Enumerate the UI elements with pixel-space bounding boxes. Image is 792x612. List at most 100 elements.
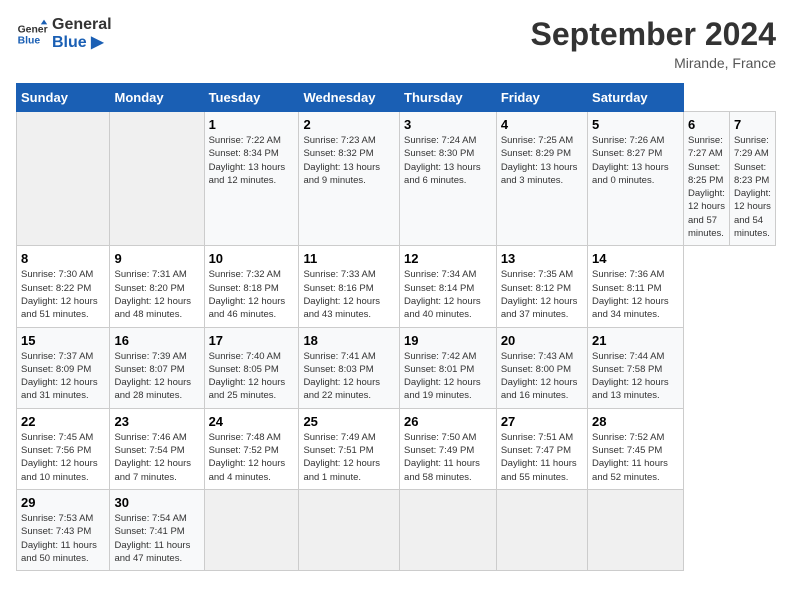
day-info: Sunrise: 7:48 AMSunset: 7:52 PMDaylight:…: [209, 431, 295, 484]
calendar-cell: 13Sunrise: 7:35 AMSunset: 8:12 PMDayligh…: [496, 246, 587, 327]
calendar-cell: 14Sunrise: 7:36 AMSunset: 8:11 PMDayligh…: [588, 246, 684, 327]
calendar-cell: 20Sunrise: 7:43 AMSunset: 8:00 PMDayligh…: [496, 327, 587, 408]
calendar-cell: [204, 489, 299, 570]
calendar-cell: [299, 489, 400, 570]
calendar-cell: 29Sunrise: 7:53 AMSunset: 7:43 PMDayligh…: [17, 489, 110, 570]
day-info: Sunrise: 7:46 AMSunset: 7:54 PMDaylight:…: [114, 431, 199, 484]
calendar-cell: 12 Sunrise: 7:34 AMSunset: 8:14 PMDayligh…: [400, 246, 497, 327]
svg-text:Blue: Blue: [18, 35, 41, 46]
column-header-wednesday: Wednesday: [299, 84, 400, 112]
calendar-week-4: 22Sunrise: 7:45 AMSunset: 7:56 PMDayligh…: [17, 408, 776, 489]
day-info: Sunrise: 7:45 AMSunset: 7:56 PMDaylight:…: [21, 431, 105, 484]
column-header-friday: Friday: [496, 84, 587, 112]
calendar-week-3: 15 Sunrise: 7:37 AMSunset: 8:09 PMDayligh…: [17, 327, 776, 408]
day-info: Sunrise: 7:22 AMSunset: 8:34 PMDaylight:…: [209, 134, 295, 187]
day-number: 12: [404, 251, 492, 266]
location: Mirande, France: [531, 55, 776, 71]
calendar-cell: [588, 489, 684, 570]
day-number: 24: [209, 414, 295, 429]
calendar-cell: 27Sunrise: 7:51 AMSunset: 7:47 PMDayligh…: [496, 408, 587, 489]
day-info: Sunrise: 7:37 AMSunset: 8:09 PMDaylight:…: [21, 350, 105, 403]
day-info: Sunrise: 7:24 AMSunset: 8:30 PMDaylight:…: [404, 134, 492, 187]
day-info: Sunrise: 7:30 AMSunset: 8:22 PMDaylight:…: [21, 268, 105, 321]
calendar-cell: 11 Sunrise: 7:33 AMSunset: 8:16 PMDayligh…: [299, 246, 400, 327]
day-info: Sunrise: 7:23 AMSunset: 8:32 PMDaylight:…: [303, 134, 395, 187]
day-info: Sunrise: 7:49 AMSunset: 7:51 PMDaylight:…: [303, 431, 395, 484]
logo: General Blue General Blue ▶: [16, 16, 112, 51]
calendar-cell: 19 Sunrise: 7:42 AMSunset: 8:01 PMDayligh…: [400, 327, 497, 408]
calendar-cell: 3 Sunrise: 7:24 AMSunset: 8:30 PMDaylight…: [400, 112, 497, 246]
day-info: Sunrise: 7:51 AMSunset: 7:47 PMDaylight:…: [501, 431, 583, 484]
calendar-cell: [400, 489, 497, 570]
day-info: Sunrise: 7:54 AMSunset: 7:41 PMDaylight:…: [114, 512, 199, 565]
column-header-monday: Monday: [110, 84, 204, 112]
day-number: 1: [209, 117, 295, 132]
day-number: 10: [209, 251, 295, 266]
column-header-saturday: Saturday: [588, 84, 684, 112]
calendar-cell: 21Sunrise: 7:44 AMSunset: 7:58 PMDayligh…: [588, 327, 684, 408]
day-info: Sunrise: 7:34 AMSunset: 8:14 PMDaylight:…: [404, 268, 492, 321]
calendar-cell: 28 Sunrise: 7:52 AMSunset: 7:45 PMDayligh…: [588, 408, 684, 489]
calendar-week-5: 29Sunrise: 7:53 AMSunset: 7:43 PMDayligh…: [17, 489, 776, 570]
day-number: 3: [404, 117, 492, 132]
calendar-cell: 6 Sunrise: 7:27 AMSunset: 8:25 PMDaylight…: [683, 112, 729, 246]
calendar-cell: 18Sunrise: 7:41 AMSunset: 8:03 PMDayligh…: [299, 327, 400, 408]
day-number: 21: [592, 333, 679, 348]
day-number: 30: [114, 495, 199, 510]
day-number: 18: [303, 333, 395, 348]
day-info: Sunrise: 7:52 AMSunset: 7:45 PMDaylight:…: [592, 431, 679, 484]
calendar-cell: 25 Sunrise: 7:49 AMSunset: 7:51 PMDayligh…: [299, 408, 400, 489]
day-info: Sunrise: 7:39 AMSunset: 8:07 PMDaylight:…: [114, 350, 199, 403]
day-number: 15: [21, 333, 105, 348]
day-number: 5: [592, 117, 679, 132]
day-info: Sunrise: 7:32 AMSunset: 8:18 PMDaylight:…: [209, 268, 295, 321]
logo-icon: General Blue: [16, 18, 48, 50]
page-header: General Blue General Blue ▶ September 20…: [16, 16, 776, 71]
calendar-cell: 26 Sunrise: 7:50 AMSunset: 7:49 PMDayligh…: [400, 408, 497, 489]
calendar-cell: 4Sunrise: 7:25 AMSunset: 8:29 PMDaylight…: [496, 112, 587, 246]
day-info: Sunrise: 7:26 AMSunset: 8:27 PMDaylight:…: [592, 134, 679, 187]
day-number: 26: [404, 414, 492, 429]
day-info: Sunrise: 7:36 AMSunset: 8:11 PMDaylight:…: [592, 268, 679, 321]
day-info: Sunrise: 7:33 AMSunset: 8:16 PMDaylight:…: [303, 268, 395, 321]
calendar-week-2: 8Sunrise: 7:30 AMSunset: 8:22 PMDaylight…: [17, 246, 776, 327]
calendar-cell: 5 Sunrise: 7:26 AMSunset: 8:27 PMDaylight…: [588, 112, 684, 246]
calendar-cell: 22Sunrise: 7:45 AMSunset: 7:56 PMDayligh…: [17, 408, 110, 489]
column-header-sunday: Sunday: [17, 84, 110, 112]
day-number: 6: [688, 117, 725, 132]
day-number: 19: [404, 333, 492, 348]
title-block: September 2024 Mirande, France: [531, 16, 776, 71]
day-number: 29: [21, 495, 105, 510]
calendar-cell: 9Sunrise: 7:31 AMSunset: 8:20 PMDaylight…: [110, 246, 204, 327]
calendar-table: SundayMondayTuesdayWednesdayThursdayFrid…: [16, 83, 776, 571]
calendar-cell: 17 Sunrise: 7:40 AMSunset: 8:05 PMDayligh…: [204, 327, 299, 408]
day-info: Sunrise: 7:42 AMSunset: 8:01 PMDaylight:…: [404, 350, 492, 403]
day-number: 17: [209, 333, 295, 348]
day-number: 20: [501, 333, 583, 348]
day-info: Sunrise: 7:50 AMSunset: 7:49 PMDaylight:…: [404, 431, 492, 484]
day-number: 2: [303, 117, 395, 132]
day-number: 7: [734, 117, 771, 132]
day-number: 25: [303, 414, 395, 429]
day-info: Sunrise: 7:27 AMSunset: 8:25 PMDaylight:…: [688, 134, 725, 240]
day-info: Sunrise: 7:31 AMSunset: 8:20 PMDaylight:…: [114, 268, 199, 321]
day-number: 23: [114, 414, 199, 429]
day-number: 11: [303, 251, 395, 266]
calendar-cell: 1 Sunrise: 7:22 AMSunset: 8:34 PMDaylight…: [204, 112, 299, 246]
day-number: 28: [592, 414, 679, 429]
svg-text:General: General: [18, 24, 48, 35]
calendar-cell: 15 Sunrise: 7:37 AMSunset: 8:09 PMDayligh…: [17, 327, 110, 408]
day-info: Sunrise: 7:40 AMSunset: 8:05 PMDaylight:…: [209, 350, 295, 403]
day-number: 13: [501, 251, 583, 266]
column-header-thursday: Thursday: [400, 84, 497, 112]
calendar-cell: 10 Sunrise: 7:32 AMSunset: 8:18 PMDayligh…: [204, 246, 299, 327]
logo-blue: Blue ▶: [52, 34, 112, 52]
calendar-cell: 24 Sunrise: 7:48 AMSunset: 7:52 PMDayligh…: [204, 408, 299, 489]
month-title: September 2024: [531, 16, 776, 53]
calendar-cell: [17, 112, 110, 246]
calendar-cell: 23 Sunrise: 7:46 AMSunset: 7:54 PMDayligh…: [110, 408, 204, 489]
day-number: 4: [501, 117, 583, 132]
calendar-cell: [110, 112, 204, 246]
calendar-cell: 7Sunrise: 7:29 AMSunset: 8:23 PMDaylight…: [729, 112, 775, 246]
day-number: 16: [114, 333, 199, 348]
